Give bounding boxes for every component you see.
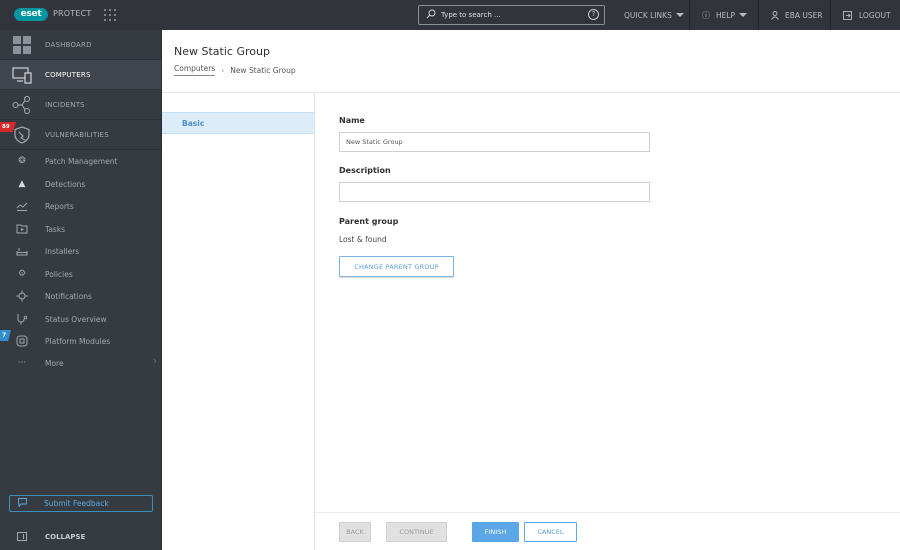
collapse-icon [17,532,27,541]
sidebar-item-label: Detections [45,179,86,189]
dashboard-icon [13,36,31,54]
more-icon: ··· [17,358,27,368]
user-menu[interactable]: EBA USER [758,0,835,30]
page-header: New Static Group Computers › New Static … [162,30,900,93]
sidebar-item-label: Patch Management [45,156,118,166]
top-bar: eset PROTECT ? QUICK LINKS ⓘ HELP EBA US… [0,0,900,30]
product-name: PROTECT [53,9,92,18]
breadcrumb: Computers › New Static Group [174,64,296,76]
tasks-icon [16,224,28,234]
sidebar-item-label: Installers [45,246,80,256]
reports-icon [16,202,28,211]
finish-button[interactable]: FINISH [472,522,519,542]
logout-icon [843,10,852,20]
sidebar-item-reports[interactable]: Reports [0,195,161,217]
help-circle-icon: ⓘ [702,10,710,20]
modules-icon [16,335,28,347]
patch-icon: ❂ [18,156,26,166]
vulnerabilities-icon [14,126,30,144]
warning-icon: ▲ [18,179,26,189]
caret-down-icon [675,13,684,17]
sidebar-item-label: DASHBOARD [45,40,92,49]
continue-button[interactable]: CONTINUE [386,522,447,542]
caret-down-icon [739,13,748,17]
submit-feedback-label: Submit Feedback [44,499,109,508]
chevron-right-icon: › [153,356,157,367]
collapse-label: COLLAPSE [45,533,86,541]
description-field[interactable] [339,182,650,202]
wizard-step-label: Basic [182,119,205,128]
installers-icon [16,248,28,256]
sidebar-item-incidents[interactable]: INCIDENTS [0,90,161,120]
sidebar-item-label: Tasks [45,224,66,234]
logout-label: LOGOUT [859,10,891,20]
wizard-footer: BACK CONTINUE FINISH CANCEL [315,512,900,550]
sidebar-item-status-overview[interactable]: Status Overview [0,308,161,330]
computers-icon [12,67,32,84]
sidebar-item-label: Policies [45,269,73,279]
sidebar-item-vulnerabilities[interactable]: VULNERABILITIES [0,120,161,150]
name-label: Name [339,116,365,125]
parent-group-value: Lost & found [339,235,387,244]
collapse-sidebar-button[interactable]: COLLAPSE [0,526,161,548]
notifications-icon [16,290,28,302]
breadcrumb-computers-link[interactable]: Computers [174,64,216,76]
name-field[interactable] [339,132,650,152]
sidebar-item-notifications[interactable]: Notifications [0,285,161,307]
search-icon [426,9,436,19]
sidebar: DASHBOARD COMPUTERS INCIDENTS VULNERABIL… [0,30,162,550]
sidebar-item-label: COMPUTERS [45,70,91,79]
sidebar-item-installers[interactable]: Installers [0,240,161,262]
change-parent-group-button[interactable]: CHANGE PARENT GROUP [339,256,454,277]
sidebar-item-patch-management[interactable]: ❂ Patch Management [0,150,161,172]
help-label: HELP [716,10,736,20]
apps-grid-icon[interactable] [104,9,116,21]
breadcrumb-current: New Static Group [230,65,296,75]
quick-links-label: QUICK LINKS [624,10,672,20]
sidebar-item-computers[interactable]: COMPUTERS [0,60,161,90]
sidebar-item-label: INCIDENTS [45,100,85,109]
basic-form: Name Description Parent group Lost & fou… [315,93,900,513]
sidebar-item-label: Status Overview [45,314,107,324]
sidebar-item-dashboard[interactable]: DASHBOARD [0,30,161,60]
sidebar-item-detections[interactable]: ▲ Detections [0,173,161,195]
sidebar-item-more[interactable]: ··· More › [0,352,161,374]
logout-button[interactable]: LOGOUT [830,0,900,30]
search-box: ? [418,5,605,25]
sidebar-item-label: VULNERABILITIES [45,130,109,139]
page-title: New Static Group [174,45,270,58]
wizard-step-basic[interactable]: Basic [162,112,314,134]
eset-logo[interactable]: eset [14,8,48,21]
sidebar-item-label: Platform Modules [45,336,111,346]
user-icon [771,10,779,20]
help-menu[interactable]: ⓘ HELP [689,0,759,30]
feedback-icon [18,498,27,507]
user-label: EBA USER [785,10,823,20]
search-input[interactable] [441,8,581,22]
search-help-icon[interactable]: ? [588,9,599,20]
sidebar-item-label: Reports [45,201,74,211]
back-button[interactable]: BACK [339,522,371,542]
quick-links-menu[interactable]: QUICK LINKS [612,0,696,30]
sidebar-item-label: More [45,358,64,368]
sidebar-item-platform-modules[interactable]: Platform Modules [0,330,161,352]
sidebar-item-label: Notifications [45,291,92,301]
description-label: Description [339,166,391,175]
breadcrumb-chevron-icon: › [221,65,225,75]
incidents-icon [12,96,31,114]
cancel-button[interactable]: CANCEL [524,522,577,542]
submit-feedback-button[interactable]: Submit Feedback [9,495,153,512]
status-icon [17,314,28,325]
sidebar-item-tasks[interactable]: Tasks [0,218,161,240]
sidebar-item-policies[interactable]: ⚙ Policies [0,263,161,285]
wizard-steps: Basic [162,93,315,550]
parent-group-label: Parent group [339,217,399,226]
policies-icon: ⚙ [17,269,27,279]
